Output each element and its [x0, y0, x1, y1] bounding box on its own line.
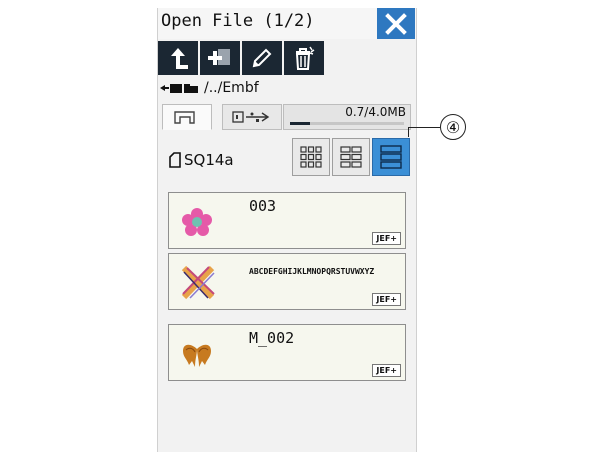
memory-usage: 0.7/4.0MB: [283, 104, 411, 130]
rename-pencil-icon: [252, 48, 272, 68]
view-grid-large-button[interactable]: [292, 138, 330, 176]
bow-icon: [183, 344, 211, 367]
file-item[interactable]: ABCDEFGHIJKLMNOPQRSTUVWXYZ JEF+: [168, 253, 406, 310]
folder-name: SQ14a: [184, 151, 234, 169]
callout-leader-line: [408, 127, 440, 128]
callout-marker: ④: [440, 114, 466, 140]
memory-usage-bar: [290, 122, 404, 125]
file-name: ABCDEFGHIJKLMNOPQRSTUVWXYZ: [249, 267, 375, 276]
folder-path-icon: [160, 84, 198, 93]
memory-usage-fill: [290, 122, 310, 125]
view-list-button[interactable]: [372, 138, 410, 176]
grid-medium-icon: [340, 146, 362, 168]
file-format-badge: JEF+: [372, 364, 401, 377]
callout-leader-drop: [408, 127, 409, 137]
file-item[interactable]: M_002 JEF+: [168, 324, 406, 381]
close-button[interactable]: [377, 8, 415, 39]
grid-large-icon: [300, 146, 322, 168]
tab-machine-memory[interactable]: [162, 104, 212, 130]
up-folder-icon: [171, 48, 188, 69]
file-item[interactable]: 003 JEF+: [168, 192, 406, 249]
flower-icon: [182, 208, 212, 236]
view-grid-medium-button[interactable]: [332, 138, 370, 176]
dialog-title: Open File (1/2): [161, 11, 315, 31]
folder-tag-icon: [169, 152, 181, 168]
cross-stitch-icon: [181, 265, 215, 300]
file-toolbar: [158, 41, 326, 75]
new-folder-button[interactable]: [200, 41, 240, 75]
new-folder-icon: [208, 49, 230, 65]
tab-usb[interactable]: [222, 104, 282, 130]
breadcrumb: /../Embf: [160, 80, 259, 96]
open-file-dialog: Open File (1/2) /../Embf 0.7/4.0MB SQ14a…: [157, 8, 417, 452]
list-icon: [380, 145, 402, 169]
machine-memory-icon: [174, 111, 195, 124]
title-bar: Open File (1/2): [158, 8, 416, 39]
current-folder: SQ14a: [168, 151, 234, 169]
up-folder-button[interactable]: [158, 41, 198, 75]
file-format-badge: JEF+: [372, 293, 401, 306]
view-mode-group: [292, 138, 412, 176]
file-name: M_002: [249, 329, 295, 347]
usb-icon: [232, 111, 270, 123]
file-format-badge: JEF+: [372, 232, 401, 245]
delete-icon: [295, 46, 315, 70]
path-text: /../Embf: [204, 80, 259, 96]
memory-usage-label: 0.7/4.0MB: [345, 105, 406, 119]
file-name: 003: [249, 197, 277, 215]
rename-button[interactable]: [242, 41, 282, 75]
close-icon: [385, 12, 407, 35]
delete-button[interactable]: [284, 41, 324, 75]
